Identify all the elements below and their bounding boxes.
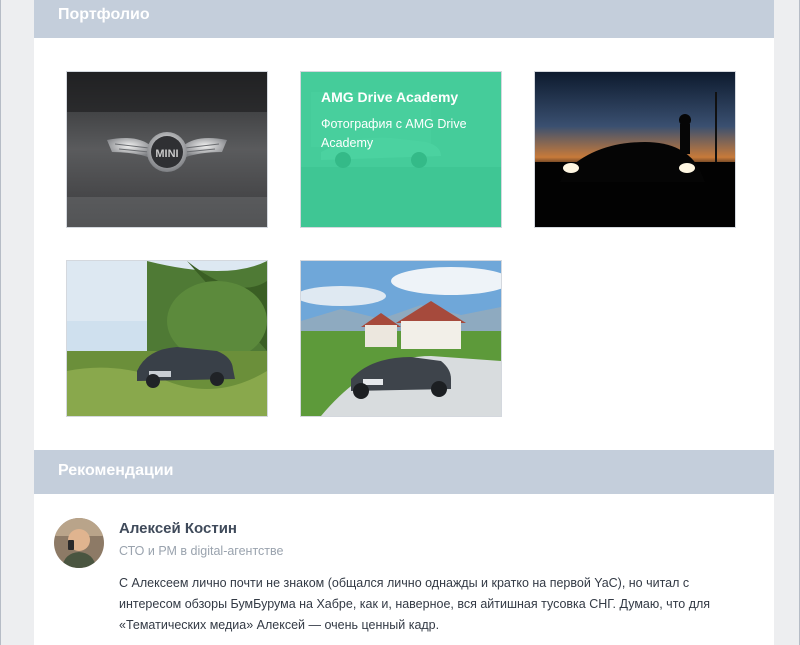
portfolio-item-mercedes-field[interactable] — [66, 260, 268, 417]
portfolio-item-mini-logo[interactable]: MINI — [66, 71, 268, 228]
author-role: СТО и РМ в digital-агентстве — [119, 544, 284, 558]
mercedes-field-photo — [67, 261, 267, 416]
lexus-house-photo — [301, 261, 501, 416]
avatar[interactable] — [54, 518, 104, 568]
author-name[interactable]: Алексей Костин — [119, 520, 237, 537]
mini-logo-photo: MINI — [67, 72, 267, 227]
portfolio-header: Портфолио — [34, 0, 774, 38]
frame-border-left — [0, 0, 1, 645]
recommendation-text: С Алексеем лично почти не знаком (общалс… — [119, 576, 711, 632]
night-car-photo — [535, 72, 735, 227]
portfolio-item-lexus-house[interactable] — [300, 260, 502, 417]
portfolio-item-amg-drive-academy[interactable]: AMG Drive Academy Фотография с AMG Drive… — [300, 71, 502, 228]
svg-text:MINI: MINI — [155, 148, 178, 160]
overlay-title: AMG Drive Academy — [321, 89, 459, 105]
avatar-photo — [54, 518, 104, 568]
profile-card: Портфолио MINI AMG Drive Academy Фотогра… — [34, 0, 774, 645]
overlay-description: Фотография с AMG Drive Academy — [321, 117, 467, 150]
portfolio-item-night-car[interactable] — [534, 71, 736, 228]
amg-overlay: AMG Drive Academy Фотография с AMG Drive… — [301, 72, 501, 227]
recommendations-header: Рекомендации — [34, 450, 774, 494]
